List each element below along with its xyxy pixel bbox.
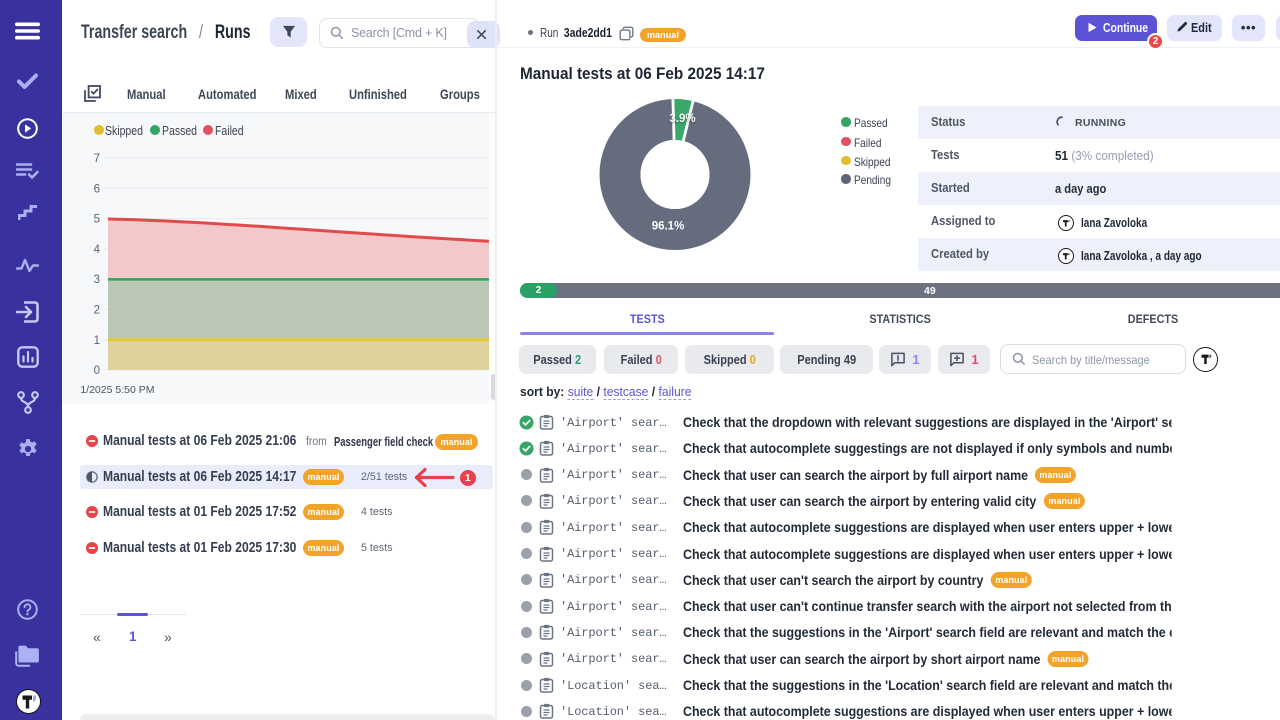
svg-text:6: 6 [94, 183, 100, 195]
svg-text:96.1%: 96.1% [652, 221, 685, 233]
svg-text:4: 4 [94, 244, 101, 256]
svg-text:7: 7 [94, 153, 100, 165]
svg-text:3: 3 [94, 274, 100, 286]
svg-text:5: 5 [94, 214, 100, 226]
svg-text:3.9%: 3.9% [669, 113, 695, 125]
svg-text:0: 0 [94, 365, 100, 377]
svg-text:1: 1 [94, 335, 100, 347]
svg-text:2: 2 [94, 305, 100, 317]
